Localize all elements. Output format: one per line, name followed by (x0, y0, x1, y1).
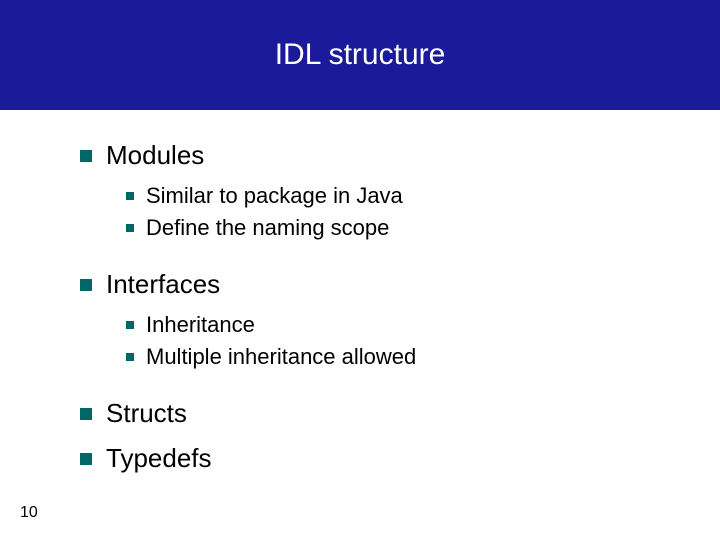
list-row: Inheritance (126, 312, 670, 338)
list-label: Multiple inheritance allowed (146, 344, 416, 370)
list-label: Typedefs (106, 443, 212, 474)
square-bullet-icon (126, 224, 134, 232)
list-label: Similar to package in Java (146, 183, 403, 209)
list-label: Structs (106, 398, 187, 429)
list-label: Modules (106, 140, 204, 171)
list-row: Similar to package in Java (126, 183, 670, 209)
square-bullet-icon (80, 150, 92, 162)
list-row: Define the naming scope (126, 215, 670, 241)
title-bar: IDL structure (0, 0, 720, 110)
list-row: Structs (80, 398, 670, 429)
slide-title: IDL structure (275, 38, 446, 72)
list-item: Structs (80, 398, 670, 429)
list-label: Interfaces (106, 269, 220, 300)
list-row: Multiple inheritance allowed (126, 344, 670, 370)
list-row: Interfaces (80, 269, 670, 300)
square-bullet-icon (126, 353, 134, 361)
list-item: Modules Similar to package in Java Defin… (80, 140, 670, 241)
list-item: Interfaces Inheritance Multiple inherita… (80, 269, 670, 370)
square-bullet-icon (80, 279, 92, 291)
sublist: Inheritance Multiple inheritance allowed (126, 312, 670, 370)
page-number: 10 (20, 504, 38, 522)
sublist: Similar to package in Java Define the na… (126, 183, 670, 241)
list-row: Typedefs (80, 443, 670, 474)
list-item: Typedefs (80, 443, 670, 474)
slide-content: Modules Similar to package in Java Defin… (0, 110, 720, 474)
list-label: Inheritance (146, 312, 255, 338)
square-bullet-icon (80, 453, 92, 465)
list-row: Modules (80, 140, 670, 171)
square-bullet-icon (126, 192, 134, 200)
square-bullet-icon (80, 408, 92, 420)
list-label: Define the naming scope (146, 215, 389, 241)
square-bullet-icon (126, 321, 134, 329)
